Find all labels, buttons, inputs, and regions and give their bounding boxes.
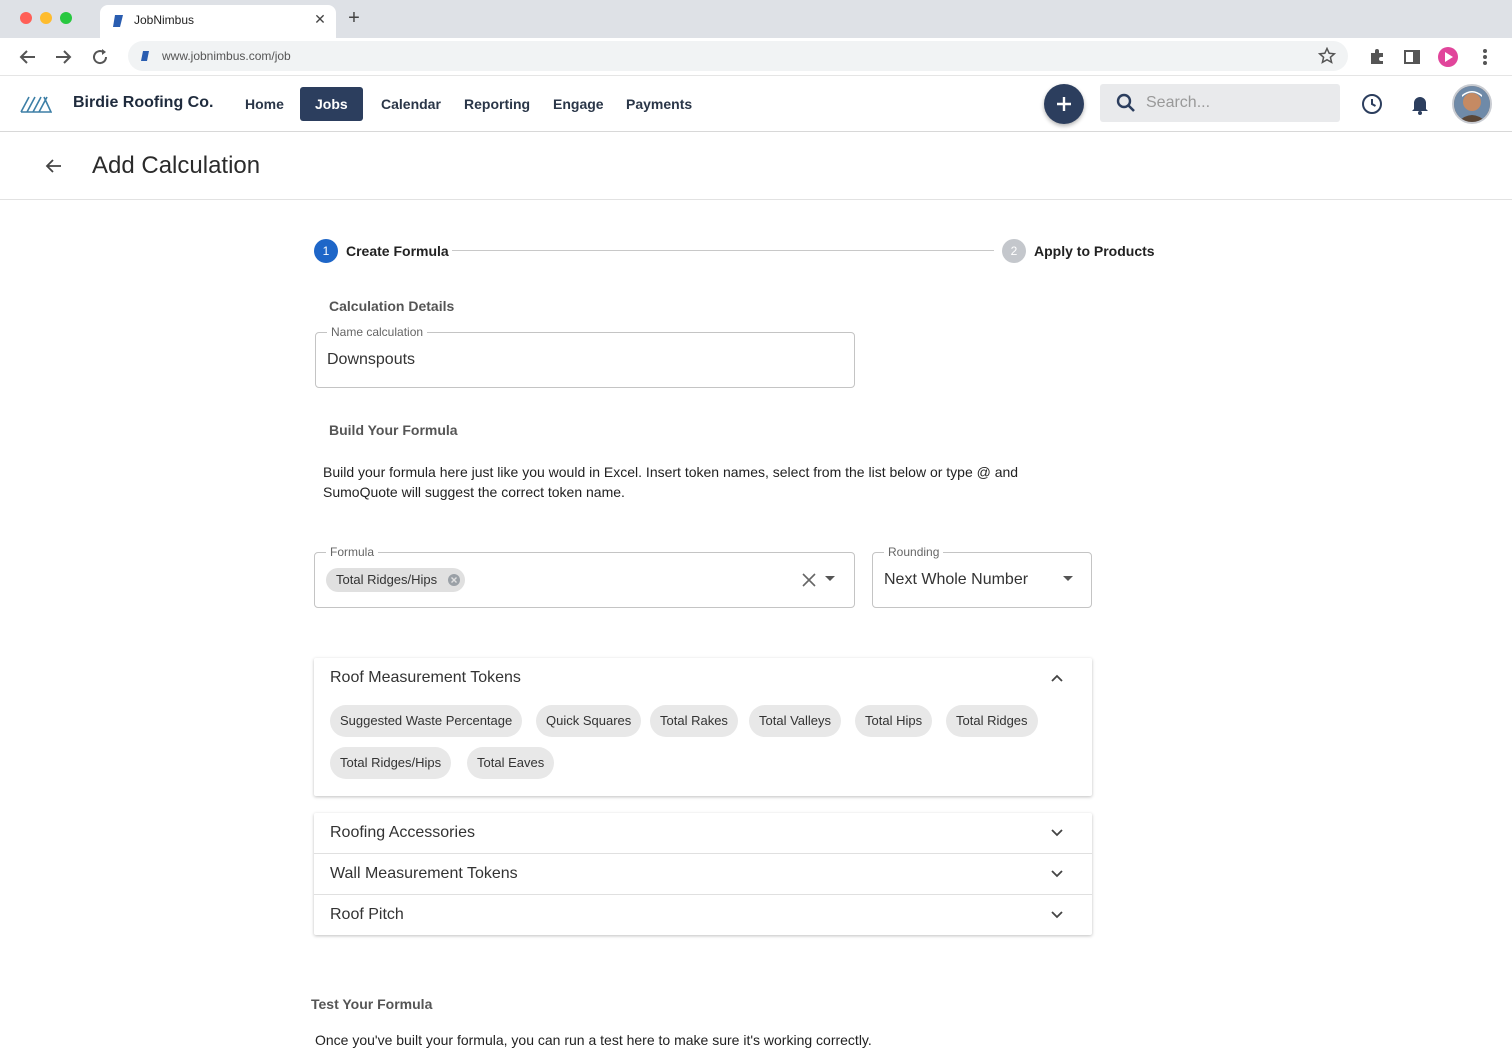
remove-chip-icon[interactable]	[447, 573, 461, 587]
history-clock-icon[interactable]	[1360, 92, 1384, 116]
test-formula-description: Once you've built your formula, you can …	[315, 1032, 872, 1048]
token-chip[interactable]: Total Rakes	[650, 705, 738, 737]
bookmark-star-icon[interactable]	[1318, 47, 1336, 65]
token-chip[interactable]: Suggested Waste Percentage	[330, 705, 523, 737]
chevron-up-icon[interactable]	[1050, 671, 1064, 685]
name-calculation-label: Name calculation	[327, 325, 428, 339]
rounding-dropdown-arrow-icon[interactable]	[1063, 576, 1073, 581]
formula-dropdown-arrow-icon[interactable]	[825, 576, 835, 581]
calculation-details-heading: Calculation Details	[329, 298, 455, 314]
formula-field[interactable]: Formula Total Ridges/Hips	[314, 545, 855, 608]
search-icon	[1116, 93, 1135, 112]
chevron-down-icon[interactable]	[1050, 826, 1064, 840]
company-name: Birdie Roofing Co.	[73, 94, 214, 111]
step-1-indicator[interactable]: 1	[314, 239, 338, 263]
rounding-value: Next Whole Number	[884, 571, 1029, 588]
page-title: Add Calculation	[92, 152, 261, 179]
browser-tabbar: JobNimbus ✕ +	[0, 0, 1512, 38]
build-formula-heading: Build Your Formula	[329, 422, 458, 438]
extensions-puzzle-icon[interactable]	[1366, 46, 1388, 68]
profile-extension-icon[interactable]	[1437, 46, 1459, 68]
step-2-label[interactable]: Apply to Products	[1034, 243, 1155, 259]
formula-token-chip-label: Total Ridges/Hips	[336, 572, 438, 587]
browser-menu-icon[interactable]	[1474, 46, 1496, 68]
forward-arrow-icon[interactable]	[52, 46, 74, 68]
step-2-indicator[interactable]: 2	[1002, 239, 1026, 263]
token-chip[interactable]: Total Valleys	[749, 705, 842, 737]
rounding-label: Rounding	[884, 545, 944, 559]
nav-engage[interactable]: Engage	[538, 87, 619, 121]
nav-home[interactable]: Home	[230, 87, 299, 121]
token-chip[interactable]: Total Eaves	[467, 747, 555, 779]
test-formula-heading: Test Your Formula	[311, 996, 433, 1012]
token-chip[interactable]: Total Ridges	[946, 705, 1038, 737]
jobnimbus-logo-icon[interactable]	[20, 95, 52, 113]
rounding-select[interactable]: Rounding Next Whole Number	[872, 545, 1092, 608]
accordion-divider	[314, 853, 1092, 854]
side-panel-icon[interactable]	[1401, 46, 1423, 68]
token-chip[interactable]: Total Hips	[855, 705, 933, 737]
token-chip[interactable]: Quick Squares	[536, 705, 642, 737]
nav-calendar[interactable]: Calendar	[366, 87, 456, 121]
close-tab-icon[interactable]: ✕	[312, 11, 328, 27]
window-close-button[interactable]	[20, 12, 32, 24]
name-calculation-value: Downspouts	[327, 351, 416, 368]
step-1-label[interactable]: Create Formula	[346, 243, 449, 259]
page-header: Add Calculation	[0, 132, 1512, 200]
window-minimize-button[interactable]	[40, 12, 52, 24]
window-maximize-button[interactable]	[60, 12, 72, 24]
global-search	[1100, 84, 1340, 122]
app-header: Birdie Roofing Co. Home Jobs Calendar Re…	[0, 76, 1512, 132]
address-bar[interactable]: www.jobnimbus.com/job	[128, 41, 1348, 71]
back-arrow-icon[interactable]	[17, 46, 39, 68]
roof-measurement-tokens-header[interactable]: Roof Measurement Tokens	[330, 669, 521, 687]
back-arrow-icon[interactable]	[44, 156, 64, 176]
formula-description: Build your formula here just like you wo…	[323, 464, 1019, 500]
notifications-bell-icon[interactable]	[1408, 92, 1432, 116]
roof-pitch-header[interactable]: Roof Pitch	[330, 906, 404, 924]
site-favicon-icon	[141, 51, 149, 61]
nav-reporting[interactable]: Reporting	[449, 87, 545, 121]
collapsed-accordions-group: Roofing Accessories Wall Measurement Tok…	[314, 813, 1092, 935]
roof-measurement-tokens-panel: Roof Measurement Tokens Suggested Waste …	[314, 658, 1092, 796]
chevron-down-icon[interactable]	[1050, 908, 1064, 922]
plus-icon	[1057, 97, 1071, 111]
browser-tab[interactable]: JobNimbus ✕	[100, 5, 336, 38]
reload-icon[interactable]	[89, 46, 111, 68]
formula-token-chip[interactable]: Total Ridges/Hips	[326, 568, 466, 592]
user-avatar[interactable]	[1452, 84, 1492, 124]
nav-payments[interactable]: Payments	[611, 87, 707, 121]
search-input[interactable]	[1146, 84, 1331, 122]
url-text: www.jobnimbus.com/job	[162, 49, 291, 63]
nav-jobs[interactable]: Jobs	[300, 87, 363, 121]
browser-toolbar: www.jobnimbus.com/job	[0, 38, 1512, 76]
wall-measurement-tokens-header[interactable]: Wall Measurement Tokens	[330, 865, 518, 883]
chevron-down-icon[interactable]	[1050, 867, 1064, 881]
new-tab-icon[interactable]: +	[344, 8, 364, 28]
create-new-button[interactable]	[1044, 84, 1084, 124]
name-calculation-field[interactable]: Name calculation Downspouts	[315, 325, 855, 388]
clear-formula-icon[interactable]	[800, 571, 818, 589]
user-photo-icon	[1454, 86, 1490, 122]
tab-title: JobNimbus	[134, 13, 195, 27]
token-chip[interactable]: Total Ridges/Hips	[330, 747, 452, 779]
roofing-accessories-header[interactable]: Roofing Accessories	[330, 824, 475, 842]
formula-label: Formula	[326, 545, 379, 559]
accordion-divider	[314, 894, 1092, 895]
stepper-connector	[452, 250, 994, 251]
jobnimbus-favicon-icon	[113, 15, 123, 27]
